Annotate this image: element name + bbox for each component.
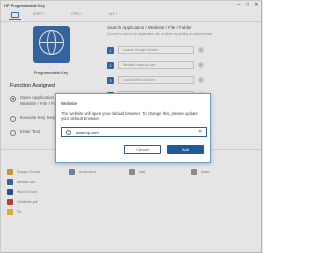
dialog-title: Website bbox=[61, 101, 78, 106]
info-icon: i bbox=[66, 129, 71, 135]
dialog-message: The website will open your default brows… bbox=[61, 111, 198, 122]
cancel-button[interactable]: Cancel bbox=[124, 145, 161, 154]
app-window: HP Programmable Key ─ □ ✕ SHIFT + CTRL +… bbox=[0, 0, 263, 253]
website-input-box[interactable]: i ✕ bbox=[61, 127, 207, 137]
add-button[interactable]: Add bbox=[167, 145, 204, 154]
website-input[interactable] bbox=[76, 129, 191, 135]
website-dialog: Website The website will open your defau… bbox=[55, 93, 211, 163]
clear-icon[interactable]: ✕ bbox=[198, 129, 202, 135]
